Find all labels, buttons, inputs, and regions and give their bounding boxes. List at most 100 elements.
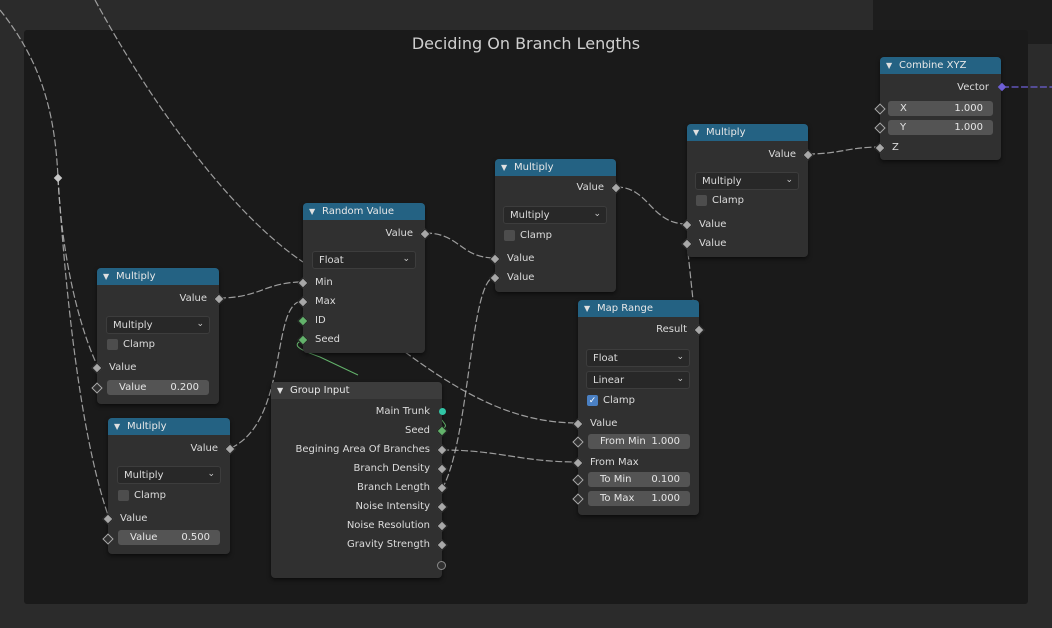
operation-value: Multiply [124, 469, 164, 481]
input-label: Value [109, 361, 137, 373]
clamp-checkbox[interactable]: Clamp [504, 230, 552, 241]
chevron-down-icon[interactable]: ▼ [693, 128, 703, 137]
field-label: X [900, 103, 907, 114]
field-label: To Max [600, 493, 635, 504]
input-min-row: Min [297, 273, 425, 291]
output-area-row: Begining Area Of Branches [271, 440, 448, 458]
dropdown-arrow-icon: ⌄ [676, 352, 684, 362]
node-title: Multiply [706, 127, 746, 138]
output-branch-length-row: Branch Length [271, 478, 448, 496]
output-label: Main Trunk [375, 405, 430, 417]
y-field[interactable]: Y 1.000 [888, 120, 993, 135]
multiply-node-b[interactable]: ▼ Multiply Value Multiply ⌄ Clamp Value Va… [102, 418, 236, 554]
checkbox-box[interactable] [118, 490, 129, 501]
output-socket[interactable] [439, 408, 446, 415]
x-field[interactable]: X 1.000 [888, 101, 993, 116]
clamp-label: Clamp [603, 395, 635, 406]
clamp-checkbox[interactable]: Clamp [107, 339, 155, 350]
output-label: Value [190, 442, 218, 454]
input-label: Value [120, 512, 148, 524]
node-header[interactable]: ▼ Group Input [271, 382, 442, 399]
combine-xyz-node[interactable]: ▼ Combine XYZ Vector X 1.000 Y 1.000 Z [874, 57, 1007, 160]
checkbox-box[interactable] [696, 195, 707, 206]
data-type-value: Float [593, 352, 618, 364]
input-z-row: Z [874, 138, 1001, 156]
to-min-field[interactable]: To Min 0.100 [588, 472, 690, 487]
node-header[interactable]: ▼ Multiply [495, 159, 616, 176]
map-range-node[interactable]: ▼ Map Range Result Float ⌄ Linear ⌄ ✓ Clamp … [572, 300, 705, 515]
chevron-down-icon[interactable]: ▼ [103, 272, 113, 281]
field-value: 1.000 [651, 493, 680, 504]
clamp-checkbox[interactable]: Clamp [118, 490, 166, 501]
dropdown-arrow-icon: ⌄ [196, 319, 204, 329]
operation-dropdown[interactable]: Multiply ⌄ [117, 466, 221, 484]
operation-value: Multiply [702, 175, 742, 187]
chevron-down-icon[interactable]: ▼ [886, 61, 896, 70]
input-label: Min [315, 276, 333, 288]
clamp-checkbox[interactable]: ✓ Clamp [587, 395, 635, 406]
chevron-down-icon[interactable]: ▼ [309, 207, 319, 216]
dropdown-arrow-icon: ⌄ [402, 254, 410, 264]
operation-value: Multiply [113, 319, 153, 331]
clamp-checkbox[interactable]: Clamp [696, 195, 744, 206]
node-header[interactable]: ▼ Random Value [303, 203, 425, 220]
interpolation-dropdown[interactable]: Linear ⌄ [586, 371, 690, 389]
value-field[interactable]: Value 0.500 [118, 530, 220, 545]
field-label: From Min [600, 436, 646, 447]
output-label: Branch Length [357, 481, 430, 493]
checkmark-icon[interactable]: ✓ [587, 395, 598, 406]
multiply-node-d[interactable]: ▼ Multiply Value Multiply ⌄ Clamp Value Va… [681, 124, 814, 257]
node-header[interactable]: ▼ Combine XYZ [880, 57, 1001, 74]
clamp-label: Clamp [134, 490, 166, 501]
operation-dropdown[interactable]: Multiply ⌄ [695, 172, 799, 190]
input-label: Z [892, 141, 899, 153]
empty-socket[interactable] [437, 561, 446, 570]
value-field[interactable]: Value 0.200 [107, 380, 209, 395]
to-max-field[interactable]: To Max 1.000 [588, 491, 690, 506]
multiply-node-c[interactable]: ▼ Multiply Value Multiply ⌄ Clamp Value Va… [489, 159, 622, 292]
node-title: Combine XYZ [899, 60, 967, 71]
from-min-field[interactable]: From Min 1.000 [588, 434, 690, 449]
clamp-label: Clamp [712, 195, 744, 206]
data-type-dropdown[interactable]: Float ⌄ [312, 251, 416, 269]
operation-dropdown[interactable]: Multiply ⌄ [106, 316, 210, 334]
output-gravity-row: Gravity Strength [271, 535, 448, 553]
node-title: Random Value [322, 206, 395, 217]
chevron-down-icon[interactable]: ▼ [114, 422, 124, 431]
input-label: Max [315, 295, 336, 307]
field-label: Value [130, 532, 158, 543]
input-label: From Max [590, 456, 639, 468]
input-value-row: Value [572, 414, 699, 432]
input-value-row: Value [489, 249, 616, 267]
output-value-row: Value [495, 178, 622, 196]
data-type-dropdown[interactable]: Float ⌄ [586, 349, 690, 367]
checkbox-box[interactable] [107, 339, 118, 350]
chevron-down-icon[interactable]: ▼ [277, 386, 287, 395]
checkbox-box[interactable] [504, 230, 515, 241]
random-value-node[interactable]: ▼ Random Value Value Float ⌄ Min Max ID Se… [297, 203, 431, 353]
chevron-down-icon[interactable]: ▼ [501, 163, 511, 172]
node-header[interactable]: ▼ Map Range [578, 300, 699, 317]
frame-title: Deciding On Branch Lengths [411, 34, 641, 53]
operation-dropdown[interactable]: Multiply ⌄ [503, 206, 607, 224]
chevron-down-icon[interactable]: ▼ [584, 304, 594, 313]
field-value: 0.100 [651, 474, 680, 485]
group-input-node[interactable]: ▼ Group Input Main Trunk Seed Begining Ar… [271, 382, 448, 578]
multiply-node-a[interactable]: ▼ Multiply Value Multiply ⌄ Clamp Value Va… [91, 268, 225, 404]
output-main-trunk-row: Main Trunk [271, 402, 446, 420]
output-value-row: Value [303, 224, 431, 242]
input-from-max-row: From Max [572, 453, 699, 471]
data-type-value: Float [319, 254, 344, 266]
node-header[interactable]: ▼ Multiply [687, 124, 808, 141]
input-id-row: ID [297, 311, 425, 329]
node-title: Multiply [514, 162, 554, 173]
output-label: Value [768, 148, 796, 160]
output-value-row: Value [97, 289, 225, 307]
output-result-row: Result [578, 320, 705, 338]
output-noise-resolution-row: Noise Resolution [271, 516, 448, 534]
field-label: To Min [600, 474, 632, 485]
node-header[interactable]: ▼ Multiply [97, 268, 219, 285]
node-header[interactable]: ▼ Multiply [108, 418, 230, 435]
output-label: Value [576, 181, 604, 193]
field-value: 1.000 [954, 103, 983, 114]
